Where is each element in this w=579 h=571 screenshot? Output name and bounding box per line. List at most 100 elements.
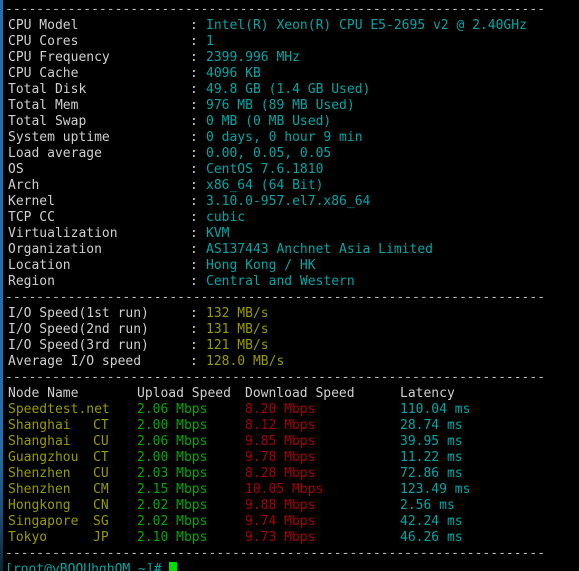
info-label: Arch: [8, 178, 40, 193]
info-value: 131 MB/s: [206, 322, 269, 337]
info-value: 132 MB/s: [206, 306, 269, 321]
cell-upload-speed: 2.10 Mbps: [137, 530, 208, 545]
info-colon: :: [190, 98, 198, 113]
info-value: 4096 KB: [206, 66, 261, 81]
info-colon: :: [190, 114, 198, 129]
cell-upload-speed: 2.00 Mbps: [137, 450, 208, 465]
io-speed-row: I/O Speed(3rd run):121 MB/s: [0, 338, 579, 354]
cell-latency: 72.86 ms: [400, 466, 463, 481]
speedtest-results-section: Speedtest.net 2.06 Mbps 8.20 Mbps 110.04 ms…: [0, 402, 579, 546]
cell-node-name: Shanghai: [8, 418, 71, 433]
column-header-download-speed: Download Speed: [245, 386, 355, 401]
system-info-row: Location: Hong Kong / HK: [0, 258, 579, 274]
info-colon: :: [190, 66, 198, 81]
info-colon: :: [190, 210, 198, 225]
info-value: 3.10.0-957.el7.x86_64: [206, 194, 371, 209]
info-colon: :: [190, 50, 198, 65]
info-label: Total Mem: [8, 98, 79, 113]
cell-isp: SG: [93, 514, 109, 529]
cell-latency: 11.22 ms: [400, 450, 463, 465]
system-info-section: CPU Model: Intel(R) Xeon(R) CPU E5-2695 v…: [0, 18, 579, 290]
cell-isp: CU: [93, 466, 109, 481]
shell-prompt-line[interactable]: [root@vBOOUhghOM ~]#: [0, 562, 579, 571]
info-colon: :: [190, 130, 198, 145]
terminal-output: ----------------------------------------…: [0, 0, 579, 571]
info-colon: :: [190, 322, 198, 337]
system-info-row: Region: Central and Western: [0, 274, 579, 290]
table-row: Hongkong CN 2.02 Mbps 9.88 Mbps 2.56 ms: [0, 498, 579, 514]
table-row: Shanghai CT 2.00 Mbps 8.12 Mbps 28.74 ms: [0, 418, 579, 434]
info-label: Virtualization: [8, 226, 118, 241]
info-value: CentOS 7.6.1810: [206, 162, 324, 177]
system-info-row: System uptime:0 days, 0 hour 9 min: [0, 130, 579, 146]
cell-node-name: Tokyo: [8, 530, 48, 545]
system-info-row: CPU Cache:4096 KB: [0, 66, 579, 82]
info-label: I/O Speed(2nd run): [8, 322, 149, 337]
cell-node-name: Singapore: [8, 514, 79, 529]
column-header-node-name: Node Name: [8, 386, 79, 401]
info-label: Location: [8, 258, 71, 273]
cell-isp: JP: [93, 530, 109, 545]
info-colon: :: [190, 194, 198, 209]
cell-upload-speed: 2.15 Mbps: [137, 482, 208, 497]
terminal-window[interactable]: ----------------------------------------…: [0, 0, 579, 571]
terminal-cursor: [169, 562, 178, 571]
system-info-row: Kernel:3.10.0-957.el7.x86_64: [0, 194, 579, 210]
info-value: 2399.996 MHz: [206, 50, 300, 65]
system-info-row: CPU Cores:1: [0, 34, 579, 50]
separator-top: ----------------------------------------…: [5, 2, 546, 17]
cell-isp: CT: [93, 450, 109, 465]
cell-node-name: Shanghai: [8, 434, 71, 449]
cell-download-speed: 8.12 Mbps: [245, 418, 316, 433]
cell-latency: 39.95 ms: [400, 434, 463, 449]
cell-node-name: Hongkong: [8, 498, 71, 513]
info-label: Total Swap: [8, 114, 87, 129]
table-row: Shenzhen CU 2.03 Mbps 8.28 Mbps 72.86 ms: [0, 466, 579, 482]
separator-io: ----------------------------------------…: [5, 290, 546, 305]
io-speed-row: I/O Speed(2nd run):131 MB/s: [0, 322, 579, 338]
info-value: Central and Western: [206, 274, 355, 289]
info-label: I/O Speed(1st run): [8, 306, 149, 321]
cell-upload-speed: 2.06 Mbps: [137, 434, 208, 449]
info-label: Organization: [8, 242, 102, 257]
info-value: Intel(R) Xeon(R) CPU E5-2695 v2 @ 2.40GH…: [206, 18, 527, 33]
info-value: 49.8 GB (1.4 GB Used): [206, 82, 371, 97]
info-label: Kernel: [8, 194, 55, 209]
info-colon: :: [190, 178, 198, 193]
system-info-row: Arch: x86_64 (64 Bit): [0, 178, 579, 194]
info-value: KVM: [206, 226, 230, 241]
info-value: 1: [206, 34, 214, 49]
info-value: 0 MB (0 MB Used): [206, 114, 332, 129]
cell-latency: 123.49 ms: [400, 482, 471, 497]
table-row: Tokyo JP 2.10 Mbps 9.73 Mbps 46.26 ms: [0, 530, 579, 546]
cell-upload-speed: 2.02 Mbps: [137, 498, 208, 513]
info-label: CPU Model: [8, 18, 79, 33]
info-value: 0.00, 0.05, 0.05: [206, 146, 332, 161]
cell-download-speed: 9.88 Mbps: [245, 498, 316, 513]
system-info-row: TCP CC: cubic: [0, 210, 579, 226]
info-colon: :: [190, 162, 198, 177]
system-info-row: OS: CentOS 7.6.1810: [0, 162, 579, 178]
system-info-row: Total Swap:0 MB (0 MB Used): [0, 114, 579, 130]
info-value: 0 days, 0 hour 9 min: [206, 130, 363, 145]
cell-latency: 110.04 ms: [400, 402, 471, 417]
info-colon: :: [190, 82, 198, 97]
io-speed-row: Average I/O speed:128.0 MB/s: [0, 354, 579, 370]
info-colon: :: [190, 34, 198, 49]
system-info-row: CPU Frequency:2399.996 MHz: [0, 50, 579, 66]
info-value: 128.0 MB/s: [206, 354, 285, 369]
io-speed-section: I/O Speed(1st run):132 MB/s I/O Speed(2nd…: [0, 306, 579, 370]
info-colon: :: [190, 242, 198, 257]
separator-bottom: ----------------------------------------…: [5, 546, 546, 561]
cell-node-name: Shenzhen: [8, 466, 71, 481]
info-colon: :: [190, 306, 198, 321]
info-value: cubic: [206, 210, 246, 225]
cell-download-speed: 9.85 Mbps: [245, 434, 316, 449]
table-row: Speedtest.net 2.06 Mbps 8.20 Mbps 110.04 ms: [0, 402, 579, 418]
cell-latency: 28.74 ms: [400, 418, 463, 433]
shell-prompt-text: [root@vBOOUhghOM ~]#: [5, 562, 162, 571]
separator-speedtest: ----------------------------------------…: [5, 370, 546, 385]
cell-download-speed: 9.78 Mbps: [245, 450, 316, 465]
info-label: System uptime: [8, 130, 110, 145]
cell-isp: CT: [93, 418, 109, 433]
